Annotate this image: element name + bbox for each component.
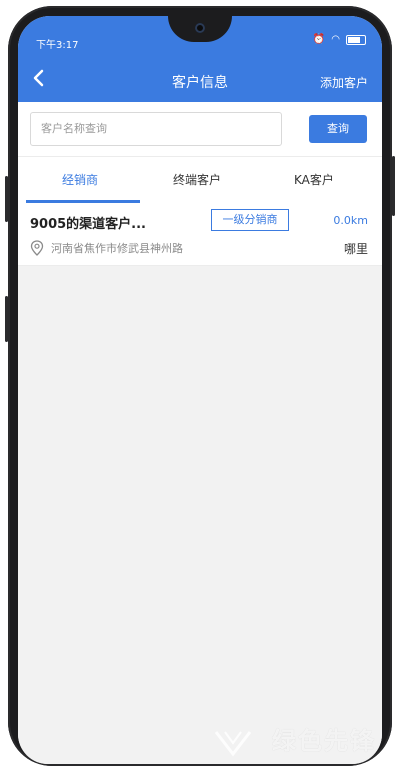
alarm-icon: ⏰ <box>312 34 326 45</box>
tab-ka-customer[interactable]: KA客户 <box>294 171 334 188</box>
search-button[interactable]: 查询 <box>309 115 367 143</box>
add-customer-button[interactable]: 添加客户 <box>320 74 368 91</box>
list-item[interactable]: 9005的渠道客户... 一级分销商 0.0km 河南省焦作市修武县神州路 哪里 <box>18 203 382 266</box>
volume-button <box>5 176 8 222</box>
customer-distance: 0.0km <box>333 214 368 227</box>
side-button-right <box>392 156 395 216</box>
search-bar: 客户名称查询 查询 <box>18 102 382 156</box>
power-button <box>5 296 8 342</box>
front-camera <box>195 23 205 33</box>
navigate-link[interactable]: 哪里 <box>344 240 368 257</box>
tab-distributor[interactable]: 经销商 <box>62 171 98 188</box>
list-empty-area <box>18 266 382 764</box>
app-screen: 下午3:17 ⏰ ◠ 客户信息 添加客户 客户名称查询 查询 经销商 终端客户 … <box>18 16 382 764</box>
watermark-logo-icon <box>214 731 252 757</box>
customer-name: 9005的渠道客户... <box>30 217 146 232</box>
watermark-text: 绿色先锋 <box>272 727 376 755</box>
wifi-icon: ◠ <box>331 34 340 45</box>
tab-bar: 经销商 终端客户 KA客户 <box>18 156 382 203</box>
status-icons: ⏰ ◠ <box>313 34 366 45</box>
status-time: 下午3:17 <box>36 40 79 51</box>
customer-address: 河南省焦作市修武县神州路 <box>51 242 183 255</box>
location-pin-icon <box>30 240 44 256</box>
customer-search-input[interactable]: 客户名称查询 <box>30 112 282 146</box>
tab-terminal-customer[interactable]: 终端客户 <box>173 171 221 188</box>
battery-icon <box>346 34 366 45</box>
customer-level-badge: 一级分销商 <box>211 209 289 231</box>
